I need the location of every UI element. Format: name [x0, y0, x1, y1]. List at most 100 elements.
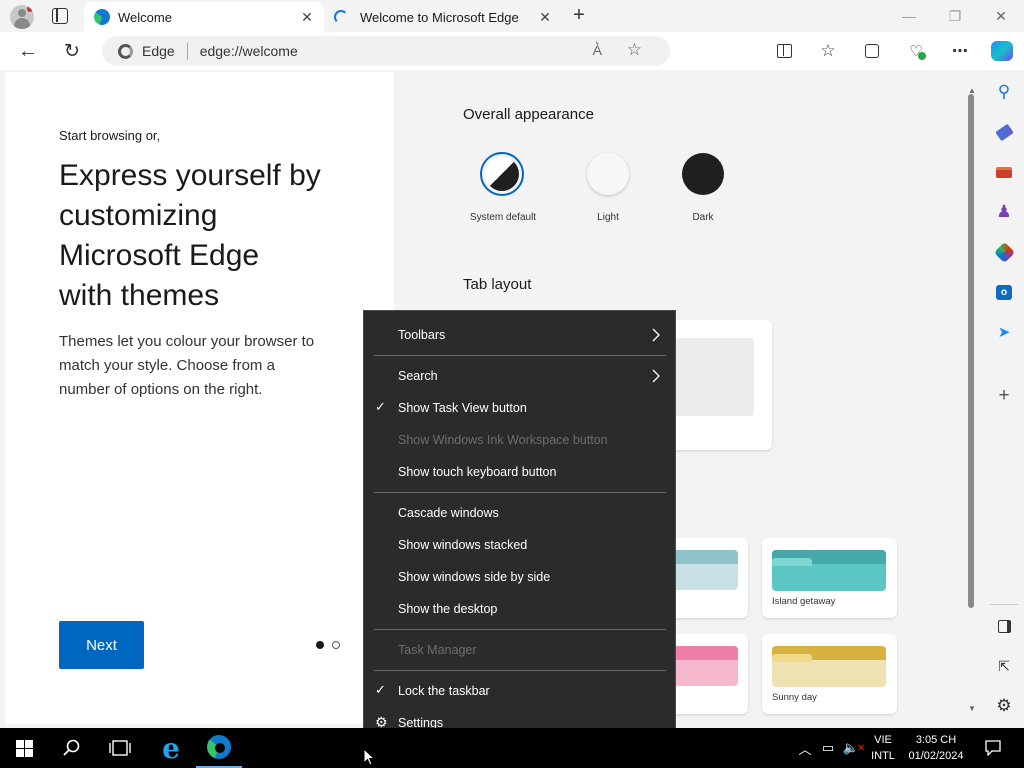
tab-welcome-to-edge[interactable]: Welcome to Microsoft Edge ✕ — [326, 2, 562, 32]
scrollbar-thumb[interactable] — [968, 94, 974, 608]
read-aloud-icon[interactable]: A͛ — [593, 42, 602, 58]
menu-item-label: Show the desktop — [398, 602, 498, 616]
close-window-button[interactable]: ✕ — [978, 0, 1024, 32]
theme-light[interactable] — [587, 153, 629, 195]
copilot-icon[interactable] — [988, 37, 1016, 65]
menu-item-show-touch-keyboard[interactable]: Show touch keyboard button — [364, 458, 675, 486]
start-button[interactable] — [0, 728, 48, 768]
task-view-icon[interactable] — [96, 728, 144, 768]
internet-explorer-icon[interactable]: e — [148, 728, 194, 768]
back-button[interactable]: ← — [14, 37, 42, 65]
clock-date: 01/02/2024 — [908, 750, 964, 762]
volume-muted-icon[interactable]: 🔈 ✕ — [842, 728, 866, 768]
search-taskbar-icon[interactable] — [48, 728, 96, 768]
notification-icon[interactable] — [978, 728, 1008, 768]
site-label: Edge — [142, 43, 175, 59]
taskbar[interactable]: e ︿ ▭ 🔈 ✕ VIE INTL 3:05 CH 01/02/2024 — [0, 728, 1024, 768]
search-icon[interactable]: ⚲ — [992, 80, 1016, 104]
url-text[interactable]: edge://welcome — [200, 43, 298, 59]
network-icon[interactable]: ▭ — [818, 728, 838, 768]
heading-line: Microsoft Edge — [59, 239, 260, 272]
menu-item-show-windows-stacked[interactable]: Show windows stacked — [364, 531, 675, 559]
close-tab-icon[interactable]: ✕ — [298, 8, 316, 26]
new-tab-button[interactable]: + — [568, 4, 590, 26]
heading-line: customizing — [59, 199, 218, 232]
menu-item-label: Show windows stacked — [398, 538, 528, 552]
welcome-panel: Start browsing or, Express yourself by c… — [5, 72, 394, 724]
sidebar-settings-icon[interactable]: ⚙ — [992, 694, 1016, 718]
edge-taskbar-icon[interactable] — [196, 728, 242, 768]
tab-actions-icon[interactable] — [52, 8, 68, 24]
menu-item-label: Task Manager — [398, 643, 477, 657]
menu-item-cascade-windows[interactable]: Cascade windows — [364, 499, 675, 527]
tab-title: Welcome — [118, 9, 172, 25]
shopping-tag-icon[interactable] — [992, 120, 1016, 144]
minimize-button[interactable]: — — [886, 0, 932, 32]
favorite-star-icon[interactable]: ☆ — [627, 40, 642, 60]
menu-item-label: Show touch keyboard button — [398, 465, 557, 479]
title-bar: Welcome ✕ Welcome to Microsoft Edge ✕ + … — [0, 0, 1024, 32]
address-bar[interactable]: Edge edge://welcome A͛ ☆ — [102, 36, 670, 66]
mouse-cursor — [363, 748, 375, 766]
favorites-icon[interactable]: ☆ — [814, 37, 842, 65]
windows-logo-icon — [15, 739, 33, 757]
refresh-button[interactable]: ↻ — [58, 37, 86, 65]
tab-layout-card[interactable] — [664, 320, 772, 450]
edge-sidebar: ⚲ ♟ o ➤ + ⇱ ⚙ — [984, 72, 1024, 724]
theme-system-default[interactable] — [480, 152, 524, 196]
split-screen-icon[interactable] — [770, 37, 798, 65]
tools-icon[interactable] — [992, 160, 1016, 184]
input-language[interactable]: VIE INTL — [866, 728, 900, 768]
theme-card-hidden[interactable] — [664, 538, 748, 618]
settings-more-icon[interactable]: ⋯ — [946, 37, 974, 65]
menu-item-label: Cascade windows — [398, 506, 499, 520]
microsoft365-icon[interactable] — [992, 240, 1016, 264]
body-line: Themes let you colour your browser to — [59, 333, 315, 350]
restore-button[interactable]: ❐ — [932, 0, 978, 32]
theme-card-hidden-2[interactable] — [664, 634, 748, 714]
menu-item-show-task-view[interactable]: ✓ Show Task View button — [364, 394, 675, 422]
menu-item-label: Search — [398, 369, 438, 383]
menu-item-lock-taskbar[interactable]: ✓ Lock the taskbar — [364, 677, 675, 705]
games-icon[interactable]: ♟ — [992, 200, 1016, 224]
tab-welcome[interactable]: Welcome ✕ — [84, 2, 324, 32]
menu-item-show-side-by-side[interactable]: Show windows side by side — [364, 563, 675, 591]
drop-icon[interactable]: ➤ — [992, 320, 1016, 344]
profile-avatar[interactable] — [10, 5, 34, 29]
open-external-icon[interactable]: ⇱ — [992, 654, 1016, 678]
menu-item-toolbars[interactable]: Toolbars — [364, 321, 675, 349]
lang-bottom: INTL — [871, 750, 895, 762]
menu-item-label: Show Windows Ink Workspace button — [398, 433, 608, 447]
page-dot-active[interactable] — [316, 641, 324, 649]
menu-item-show-desktop[interactable]: Show the desktop — [364, 595, 675, 623]
show-hidden-icons[interactable]: ︿ — [796, 728, 814, 768]
menu-separator — [374, 492, 666, 493]
browser-essentials-icon[interactable]: ♡ — [902, 37, 930, 65]
page-dot[interactable] — [332, 641, 340, 649]
menu-separator — [374, 629, 666, 630]
sidebar-divider — [990, 604, 1018, 605]
toolbar: ← ↻ Edge edge://welcome A͛ ☆ ☆ ♡ ⋯ — [0, 32, 1024, 70]
tab-layout-title: Tab layout — [463, 276, 532, 293]
taskbar-context-menu: Toolbars Search ✓ Show Task View button … — [363, 310, 676, 747]
theme-dark[interactable] — [682, 153, 724, 195]
close-tab-icon[interactable]: ✕ — [536, 8, 554, 26]
body-line: number of options on the right. — [59, 381, 263, 398]
page-scrollbar[interactable]: ▲ ▼ — [964, 72, 980, 724]
theme-card-island-getaway[interactable]: Island getaway — [762, 538, 897, 618]
next-button[interactable]: Next — [59, 621, 144, 669]
edge-site-icon — [118, 43, 133, 59]
menu-item-label: Show Task View button — [398, 401, 527, 415]
kicker-text: Start browsing or, — [59, 128, 161, 143]
menu-item-label: Toolbars — [398, 328, 446, 342]
menu-item-search[interactable]: Search — [364, 362, 675, 390]
theme-card-sunny-day[interactable]: Sunny day — [762, 634, 897, 714]
clock[interactable]: 3:05 CH 01/02/2024 — [900, 728, 972, 768]
lang-top: VIE — [874, 734, 892, 746]
hide-sidebar-icon[interactable] — [992, 614, 1016, 638]
collections-icon[interactable] — [858, 37, 886, 65]
menu-item-label: Lock the taskbar — [398, 684, 490, 698]
theme-name: Island getaway — [772, 596, 836, 607]
add-sidebar-app-icon[interactable]: + — [992, 384, 1016, 408]
outlook-icon[interactable]: o — [992, 280, 1016, 304]
